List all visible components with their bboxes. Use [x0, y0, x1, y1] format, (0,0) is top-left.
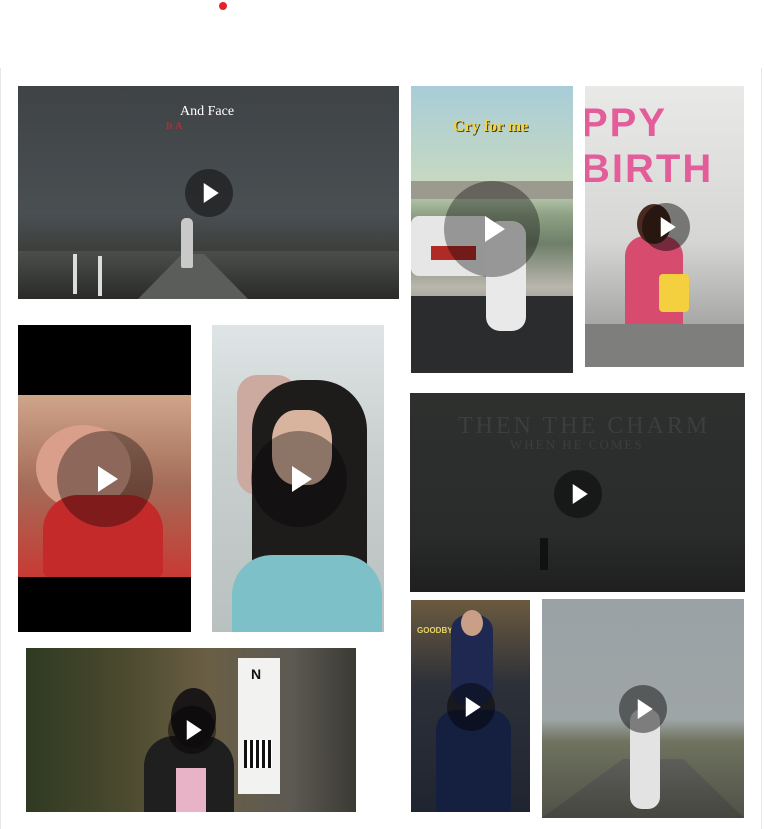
top-bar [0, 0, 764, 60]
play-icon[interactable] [619, 685, 667, 733]
play-icon[interactable] [642, 203, 690, 251]
play-icon[interactable] [447, 683, 495, 731]
overlay-caption: Cry for me [453, 118, 529, 135]
play-icon[interactable] [57, 431, 153, 527]
overlay-caption: And Face [180, 104, 235, 119]
video-tile-baby[interactable] [18, 325, 191, 632]
video-tile-field-night[interactable]: THEN THE CHARM WHEN HE COMES [410, 393, 745, 592]
page-indicator-dot [219, 2, 227, 10]
play-icon[interactable] [168, 706, 216, 754]
video-tile-cafe[interactable]: N [26, 648, 356, 812]
video-tile-birthday[interactable]: PPY BIRTH [585, 86, 744, 367]
standee-logo: N [251, 666, 262, 682]
play-icon[interactable] [444, 181, 540, 277]
play-icon[interactable] [185, 169, 233, 217]
video-tile-cry-for-me[interactable]: Cry for me [411, 86, 573, 373]
play-icon[interactable] [251, 431, 347, 527]
play-icon[interactable] [554, 470, 602, 518]
video-tile-walking[interactable] [542, 599, 744, 818]
video-tile-storm-road[interactable]: And Face It A [18, 86, 399, 299]
video-tile-friends[interactable]: GOODBYES [411, 600, 530, 812]
overlay-caption-sub: It A [166, 120, 183, 132]
left-divider [0, 68, 1, 829]
overlay-caption-sub: WHEN HE COMES [510, 437, 644, 452]
video-tile-girl-hair[interactable] [212, 325, 384, 632]
right-divider [761, 68, 762, 829]
overlay-caption: THEN THE CHARM [458, 413, 711, 439]
overlay-caption: PPY BIRTH [585, 101, 714, 191]
